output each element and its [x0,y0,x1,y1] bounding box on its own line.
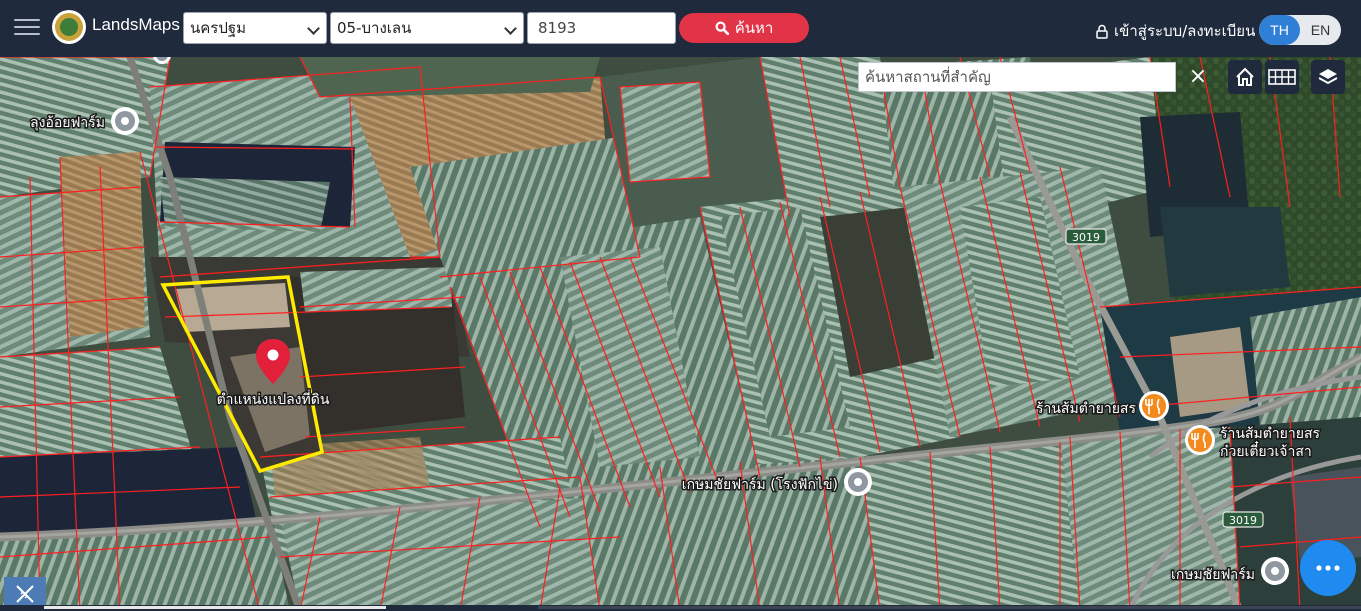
road-shield-label: 3019 [1072,231,1100,244]
poi-location-pin-icon[interactable] [1261,557,1289,585]
poi-restaurant-icon[interactable] [1139,391,1169,421]
poi-location-pin-icon[interactable] [111,107,139,135]
more-icon [1316,565,1340,571]
search-button[interactable]: ค้นหา [679,13,809,43]
language-toggle: TH EN [1259,15,1341,45]
top-navigation-bar: LandsMaps นครปฐม 05-บางเลน ค้นหา เข้าสู่… [0,0,1361,57]
more-options-button[interactable] [1300,540,1356,596]
lock-icon [1096,24,1108,39]
district-select[interactable]: 05-บางเลน [330,12,524,44]
search-button-label: ค้นหา [734,19,774,37]
road-shield-3019-bottom: 3019 [1222,511,1264,528]
bottom-strip [0,605,1361,611]
bottom-strip-segment [538,606,1361,609]
district-select-value: 05-บางเลน [337,19,412,37]
poi-label[interactable]: ก๋วยเตี๋ยวเจ้าสา [1219,440,1314,462]
poi-location-pin-icon[interactable] [844,468,872,496]
grid-icon [1268,69,1296,85]
ruler-pencil-icon [16,585,34,603]
chevron-down-icon [504,22,517,35]
menu-icon[interactable] [14,14,42,40]
search-icon [715,21,729,35]
poi-label[interactable]: ลุงอ้อยฟาร์ม [29,113,107,133]
layers-button[interactable] [1311,60,1345,94]
poi-label[interactable]: ร้านส้มตำยายสร [1034,400,1137,419]
poi-label[interactable]: ร้านส้มตำยายสร [1219,425,1322,444]
province-select-value: นครปฐม [190,19,247,37]
brand-name: LandsMaps [92,15,180,34]
department-logo [52,10,86,44]
road-shield-label: 3019 [1229,514,1257,527]
bottom-strip-segment [44,606,386,609]
place-search-input[interactable] [858,62,1176,92]
satellite-map[interactable]: 3019 3019 ตำแหน่งแปลงที่ดิน ลุงอ้อยฟาร์ม [0,57,1361,611]
lang-th-button[interactable]: TH [1259,15,1300,45]
layers-icon [1318,69,1338,85]
chevron-down-icon [307,22,320,35]
map-canvas: 3019 3019 ตำแหน่งแปลงที่ดิน ลุงอ้อยฟาร์ม [0,57,1361,611]
province-select[interactable]: นครปฐม [183,12,327,44]
poi-label[interactable]: เกษมชัยฟาร์ม [1170,565,1257,585]
lang-en-button[interactable]: EN [1300,15,1341,45]
parcel-number-input[interactable] [527,12,676,44]
login-register-label: เข้าสู่ระบบ/ลงทะเบียน [1114,22,1256,40]
poi-label[interactable]: เกษมชัยฟาร์ม (โรงฟักไข่) [680,475,839,495]
grid-button[interactable] [1265,60,1299,94]
clear-search-icon[interactable]: × [1183,62,1213,92]
home-button[interactable] [1228,60,1262,94]
road-shield-3019-top: 3019 [1065,228,1107,245]
home-icon [1236,67,1254,86]
parcel-location-label: ตำแหน่งแปลงที่ดิน [217,390,330,408]
login-register-link[interactable]: เข้าสู่ระบบ/ลงทะเบียน [1096,19,1255,43]
poi-restaurant-icon[interactable] [1185,425,1215,455]
